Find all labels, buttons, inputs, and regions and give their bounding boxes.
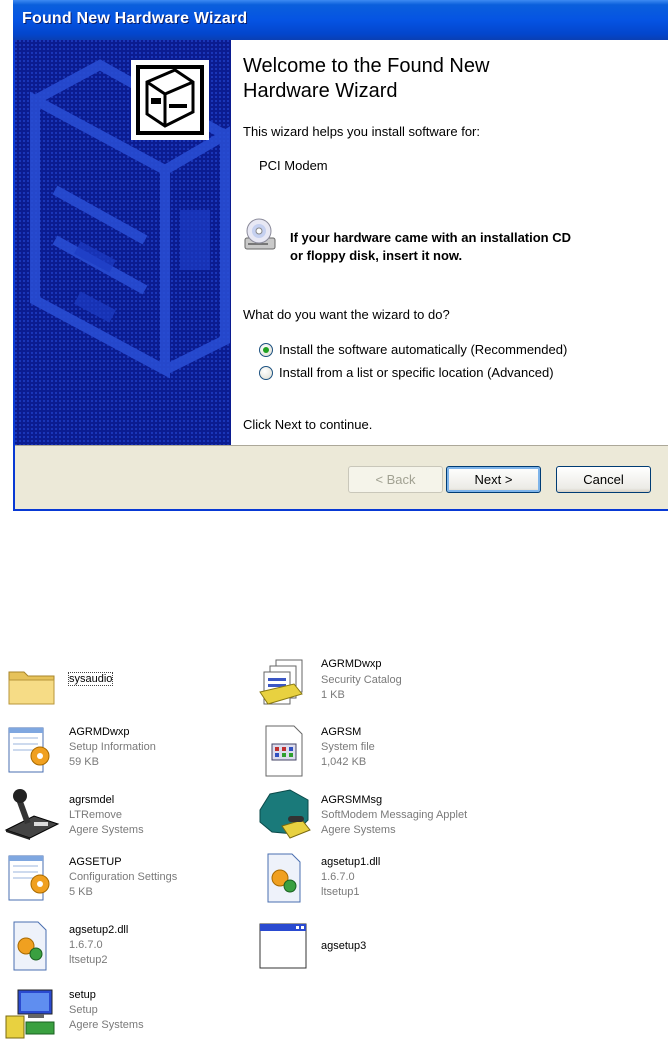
file-name: agrsmdel xyxy=(69,794,115,806)
file-size: 5 KB xyxy=(69,886,93,898)
found-new-hardware-wizard: Found New Hardware Wizard Welcome to the… xyxy=(13,0,668,511)
file-name: agsetup3 xyxy=(321,940,367,952)
file-name: AGSETUP xyxy=(69,856,122,868)
file-size: 1 KB xyxy=(321,689,345,701)
cd-drive-icon xyxy=(244,218,276,250)
file-name: AGRSMMsg xyxy=(321,794,383,806)
radio-unselected-icon[interactable] xyxy=(259,365,273,380)
file-item-agrmdwxp-inf[interactable]: AGRMDwxp Setup Information 59 KB xyxy=(4,724,264,780)
file-name: agsetup1.dll xyxy=(321,856,381,868)
file-type: Setup Information xyxy=(69,741,156,753)
file-type: LTRemove xyxy=(69,809,122,821)
file-description: ltsetup2 xyxy=(69,954,108,966)
softmodem-applet-icon xyxy=(259,789,311,839)
file-item-agrsmmsg[interactable]: AGRSMMsg SoftModem Messaging Applet Ager… xyxy=(256,786,516,842)
file-size: 1,042 KB xyxy=(321,756,367,768)
file-name: agsetup2.dll xyxy=(69,924,129,936)
file-type: System file xyxy=(321,741,375,753)
file-item-agrsmdel[interactable]: agrsmdel LTRemove Agere Systems xyxy=(4,786,264,842)
file-type: Configuration Settings xyxy=(69,871,178,883)
ltremove-icon xyxy=(4,789,60,840)
wizard-button-bar: < Back Next > Cancel xyxy=(15,445,668,509)
wizard-question: What do you want the wizard to do? xyxy=(243,307,450,322)
file-version: 1.6.7.0 xyxy=(321,871,355,883)
file-item-agsetup3[interactable]: agsetup3 xyxy=(256,918,516,974)
setup-information-icon xyxy=(8,727,50,773)
option-install-automatically[interactable]: Install the software automatically (Reco… xyxy=(259,342,567,357)
window-title: Found New Hardware Wizard xyxy=(22,10,248,27)
wizard-side-banner xyxy=(15,40,231,445)
dll-icon xyxy=(267,853,301,903)
folder-icon xyxy=(8,671,55,705)
title-bar[interactable]: Found New Hardware Wizard xyxy=(13,0,668,40)
next-button[interactable]: Next > xyxy=(446,466,541,493)
dll-icon xyxy=(13,921,47,971)
file-type: SoftModem Messaging Applet xyxy=(321,809,468,821)
file-item-agsetup1-dll[interactable]: agsetup1.dll 1.6.7.0 ltsetup1 xyxy=(256,852,516,908)
hardware-banner-graphic xyxy=(15,40,231,445)
file-company: Agere Systems xyxy=(69,824,144,836)
cancel-button[interactable]: Cancel xyxy=(556,466,651,493)
hardware-icon xyxy=(131,60,209,140)
continue-instruction: Click Next to continue. xyxy=(243,417,373,432)
insert-disk-message: If your hardware came with an installati… xyxy=(290,230,572,263)
file-name: AGRSM xyxy=(321,726,362,738)
file-type: Security Catalog xyxy=(321,674,402,686)
application-window-icon xyxy=(259,923,307,969)
file-type: Setup xyxy=(69,1004,98,1016)
file-name: sysaudio xyxy=(67,672,114,686)
file-name: AGRMDwxp xyxy=(69,726,130,738)
file-description: ltsetup1 xyxy=(321,886,360,898)
system-file-icon xyxy=(265,725,303,777)
option-install-from-list[interactable]: Install from a list or specific location… xyxy=(259,365,554,380)
file-item-agrmdwxp-catalog[interactable]: AGRMDwxp Security Catalog 1 KB xyxy=(256,658,516,714)
wizard-content: Welcome to the Found New Hardware Wizard… xyxy=(231,40,668,445)
device-name: PCI Modem xyxy=(259,158,328,173)
file-item-agrsm[interactable]: AGRSM System file 1,042 KB xyxy=(256,724,516,780)
file-item-agsetup2-dll[interactable]: agsetup2.dll 1.6.7.0 ltsetup2 xyxy=(4,920,264,976)
security-catalog-icon xyxy=(259,659,303,705)
file-item-agsetup[interactable]: AGSETUP Configuration Settings 5 KB xyxy=(4,852,264,908)
config-settings-icon xyxy=(8,855,50,901)
radio-selected-icon[interactable] xyxy=(259,342,273,357)
file-company: Agere Systems xyxy=(321,824,396,836)
file-version: 1.6.7.0 xyxy=(69,939,103,951)
file-size: 59 KB xyxy=(69,756,99,768)
file-item-setup[interactable]: setup Setup Agere Systems xyxy=(4,986,264,1042)
wizard-heading: Welcome to the Found New Hardware Wizard xyxy=(243,55,490,102)
back-button[interactable]: < Back xyxy=(348,466,443,493)
file-company: Agere Systems xyxy=(69,1019,144,1031)
file-item-sysaudio[interactable]: sysaudio xyxy=(4,660,264,716)
file-name: AGRMDwxp xyxy=(321,658,382,670)
setup-installer-icon xyxy=(5,989,55,1039)
file-name: setup xyxy=(69,989,96,1001)
helps-text: This wizard helps you install software f… xyxy=(243,124,480,139)
